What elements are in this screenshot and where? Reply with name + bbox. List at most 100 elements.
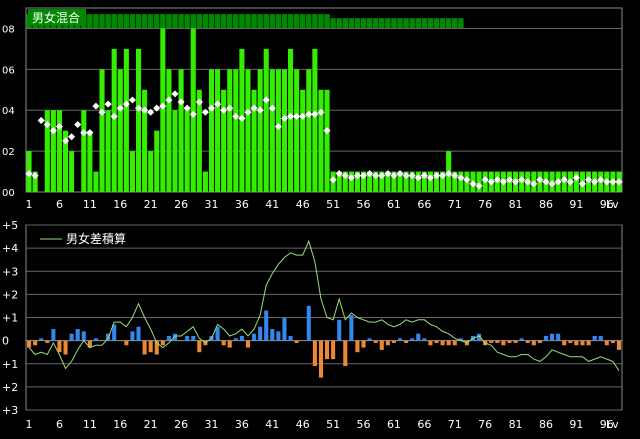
- header-band-bar: [257, 14, 263, 28]
- bar: [263, 48, 269, 193]
- header-band-bar: [135, 14, 142, 28]
- diff-bar: [136, 326, 141, 341]
- diff-bar: [197, 340, 202, 353]
- bottom-x-tick-label: 1: [26, 418, 33, 431]
- bar: [111, 48, 117, 193]
- header-band-bar: [312, 14, 318, 28]
- bar: [324, 89, 330, 192]
- header-band-bar: [87, 14, 93, 28]
- bar: [154, 130, 160, 192]
- header-band-bar: [123, 14, 130, 28]
- header-band-bar: [196, 14, 203, 28]
- bar: [275, 69, 281, 192]
- header-band-bar: [360, 18, 367, 28]
- diff-bar: [556, 333, 561, 341]
- diff-bar: [185, 336, 190, 341]
- diff-bar: [616, 340, 621, 350]
- bottom-x-tick-label: 16: [113, 418, 127, 431]
- bottom-y-tick-label: +5: [2, 219, 18, 232]
- header-band-bar: [269, 14, 276, 28]
- top-x-tick-label: 16: [113, 198, 127, 211]
- header-band-bar: [287, 14, 294, 28]
- header-band-bar: [160, 14, 166, 28]
- top-x-tick-label: 11: [83, 198, 97, 211]
- chart-title: 男女混合: [32, 10, 80, 25]
- header-band-bar: [220, 14, 227, 28]
- diff-bar: [586, 340, 591, 346]
- diff-bar: [537, 340, 542, 343]
- bar: [257, 69, 263, 192]
- header-band-bar: [239, 14, 245, 28]
- bottom-x-axis-label: Lv: [606, 418, 619, 431]
- bottom-x-tick-label: 56: [357, 418, 371, 431]
- bottom-y-tick-label: +1: [2, 312, 18, 325]
- bottom-x-tick-label: 11: [83, 418, 97, 431]
- diff-bar: [93, 338, 98, 341]
- diff-bar: [160, 340, 165, 346]
- bottom-x-tick-label: 46: [296, 418, 310, 431]
- header-band-bar: [354, 18, 361, 28]
- diff-bar: [221, 340, 226, 346]
- bottom-x-tick-label: 61: [387, 418, 401, 431]
- bar: [69, 151, 75, 192]
- diff-bar: [355, 340, 360, 353]
- header-band-bar: [397, 18, 403, 28]
- diff-bar: [318, 340, 323, 378]
- header-band-bar: [385, 18, 391, 28]
- diff-bar: [446, 340, 451, 346]
- bottom-y-tick-label: +2: [2, 288, 18, 301]
- diff-bar: [325, 340, 330, 360]
- header-band-bar: [166, 14, 172, 28]
- bar: [142, 89, 148, 192]
- bottom-x-tick-label: 71: [448, 418, 462, 431]
- top-y-tick-label: 08: [2, 24, 15, 35]
- bar: [245, 69, 251, 192]
- diff-bar: [227, 340, 232, 348]
- top-x-tick-label: 91: [569, 198, 583, 211]
- diff-bar: [543, 336, 549, 341]
- bar: [178, 69, 184, 192]
- header-band-bar: [409, 18, 415, 28]
- diff-bar: [51, 329, 56, 341]
- bottom-x-tick-label: 41: [265, 418, 279, 431]
- bar: [208, 69, 215, 192]
- bar: [99, 69, 105, 192]
- bottom-y-tick-label: +4: [2, 242, 18, 255]
- top-x-tick-label: 56: [357, 198, 371, 211]
- bottom-x-tick-label: 21: [144, 418, 158, 431]
- bar: [56, 110, 62, 192]
- header-band-bar: [233, 14, 239, 28]
- top-x-tick-label: 71: [448, 198, 462, 211]
- diff-bar: [33, 340, 38, 346]
- header-band-bar: [299, 14, 306, 28]
- diff-bar: [130, 331, 135, 341]
- diff-bar: [580, 340, 585, 346]
- diff-bar: [568, 340, 573, 343]
- header-band-bar: [263, 14, 269, 28]
- diff-bar: [276, 331, 281, 341]
- header-band-bar: [208, 14, 215, 28]
- bar: [281, 69, 288, 192]
- bar: [166, 69, 172, 192]
- bottom-x-tick-label: 76: [478, 418, 492, 431]
- top-x-tick-label: 86: [539, 198, 553, 211]
- bar: [172, 110, 178, 192]
- header-band-bar: [452, 18, 458, 28]
- header-band-bar: [433, 18, 440, 28]
- bottom-y-tick-label: +3: [2, 404, 18, 417]
- bar: [312, 48, 318, 193]
- diff-bar: [489, 340, 494, 343]
- diff-bar: [404, 340, 409, 343]
- diff-bar: [550, 333, 555, 341]
- bar: [160, 28, 166, 193]
- diff-bar: [428, 340, 433, 346]
- diff-bar: [233, 338, 238, 341]
- diff-bar: [306, 305, 311, 341]
- top-x-tick-label: 81: [509, 198, 523, 211]
- diff-bar: [294, 340, 299, 343]
- bar: [93, 171, 99, 192]
- diff-bar: [331, 340, 336, 360]
- header-band-bar: [190, 14, 196, 28]
- top-x-axis-label: Lv: [606, 198, 619, 211]
- diff-bar: [45, 340, 50, 343]
